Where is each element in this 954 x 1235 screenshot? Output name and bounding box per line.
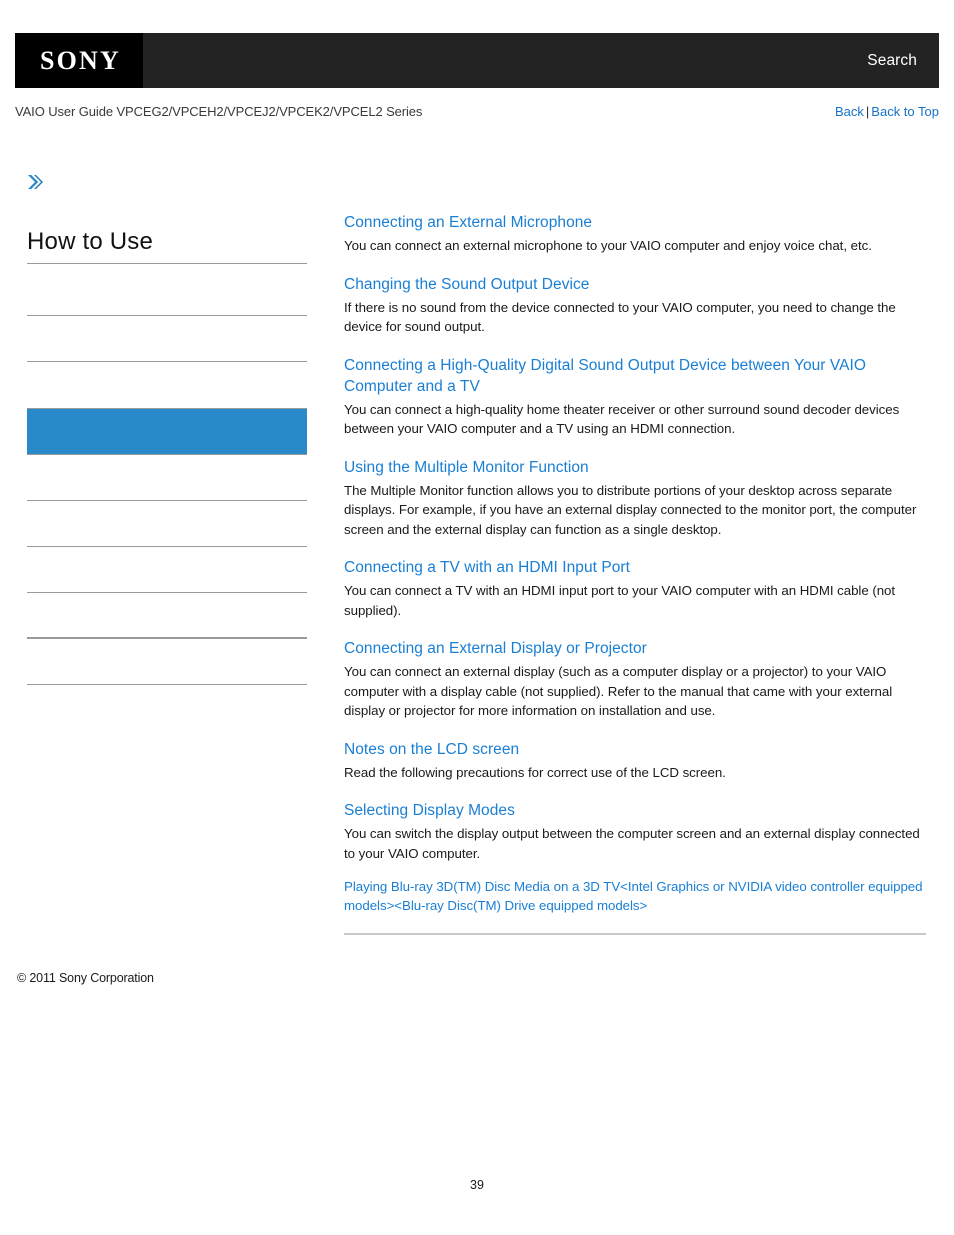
main-content: Connecting an External Microphone You ca… bbox=[344, 212, 926, 881]
sidebar-item-2[interactable] bbox=[27, 316, 307, 362]
topic-link[interactable]: Using the Multiple Monitor Function bbox=[344, 457, 926, 478]
copyright-text: © 2011 Sony Corporation bbox=[17, 971, 154, 985]
topic-description: If there is no sound from the device con… bbox=[344, 299, 896, 335]
topic-entry: Connecting an External Display or Projec… bbox=[344, 638, 926, 721]
topic-description: You can switch the display output betwee… bbox=[344, 826, 920, 861]
topic-entry: Changing the Sound Output Device If ther… bbox=[344, 274, 926, 337]
extra-topic-block: Playing Blu-ray 3D(TM) Disc Media on a 3… bbox=[344, 878, 926, 915]
topic-link[interactable]: Notes on the LCD screen bbox=[344, 739, 926, 760]
sidebar-item-9[interactable] bbox=[27, 639, 307, 685]
sidebar-item-1[interactable] bbox=[27, 270, 307, 316]
sidebar-item-8[interactable] bbox=[27, 593, 307, 639]
topic-entry: Selecting Display Modes You can switch t… bbox=[344, 800, 926, 863]
topic-entry: Connecting a TV with an HDMI Input Port … bbox=[344, 557, 926, 620]
topic-link[interactable]: Connecting an External Microphone bbox=[344, 212, 926, 233]
topic-link[interactable]: Selecting Display Modes bbox=[344, 800, 926, 821]
back-to-top-link[interactable]: Back to Top bbox=[871, 104, 939, 119]
topic-entry: Using the Multiple Monitor Function The … bbox=[344, 457, 926, 540]
sidebar-item-selected[interactable] bbox=[27, 408, 307, 455]
topic-description: Read the following precautions for corre… bbox=[344, 764, 726, 780]
topic-entry: Notes on the LCD screen Read the followi… bbox=[344, 739, 926, 783]
topic-description: You can connect a high-quality home thea… bbox=[344, 401, 900, 437]
subheader-links: Back | Back to Top bbox=[835, 104, 939, 119]
topic-description: You can connect an external microphone t… bbox=[344, 238, 872, 253]
topic-entry: Connecting an External Microphone You ca… bbox=[344, 212, 926, 256]
sidebar-item-5[interactable] bbox=[27, 455, 307, 501]
page-title: How to Use bbox=[27, 228, 307, 264]
topic-description: The Multiple Monitor function allows you… bbox=[344, 482, 917, 537]
subheader-bar: VAIO User Guide VPCEG2/VPCEH2/VPCEJ2/VPC… bbox=[15, 101, 939, 121]
site-header: SONY Search bbox=[15, 33, 939, 88]
double-chevron-right-icon[interactable] bbox=[25, 172, 45, 192]
sidebar-item-7[interactable] bbox=[27, 547, 307, 593]
topic-link[interactable]: Connecting an External Display or Projec… bbox=[344, 638, 926, 659]
topic-entry: Connecting a High-Quality Digital Sound … bbox=[344, 355, 926, 439]
sidebar-item-6[interactable] bbox=[27, 501, 307, 547]
sidebar-nav bbox=[27, 270, 307, 685]
topic-link[interactable]: Changing the Sound Output Device bbox=[344, 274, 926, 295]
sony-logo[interactable]: SONY bbox=[15, 33, 143, 88]
bluray-3d-link[interactable]: Playing Blu-ray 3D(TM) Disc Media on a 3… bbox=[344, 878, 926, 915]
guide-title: VAIO User Guide VPCEG2/VPCEH2/VPCEJ2/VPC… bbox=[15, 103, 423, 119]
content-divider bbox=[344, 933, 926, 935]
topic-description: You can connect an external display (suc… bbox=[344, 664, 893, 718]
sidebar-item-3[interactable] bbox=[27, 362, 307, 408]
topic-link[interactable]: Connecting a TV with an HDMI Input Port bbox=[344, 557, 926, 578]
topic-description: You can connect a TV with an HDMI input … bbox=[344, 583, 896, 618]
sony-logo-text: SONY bbox=[39, 45, 122, 75]
topic-link[interactable]: Connecting a High-Quality Digital Sound … bbox=[344, 355, 926, 397]
page-number: 39 bbox=[470, 1178, 484, 1192]
search-button[interactable]: Search bbox=[867, 52, 939, 70]
back-link[interactable]: Back bbox=[835, 104, 864, 119]
